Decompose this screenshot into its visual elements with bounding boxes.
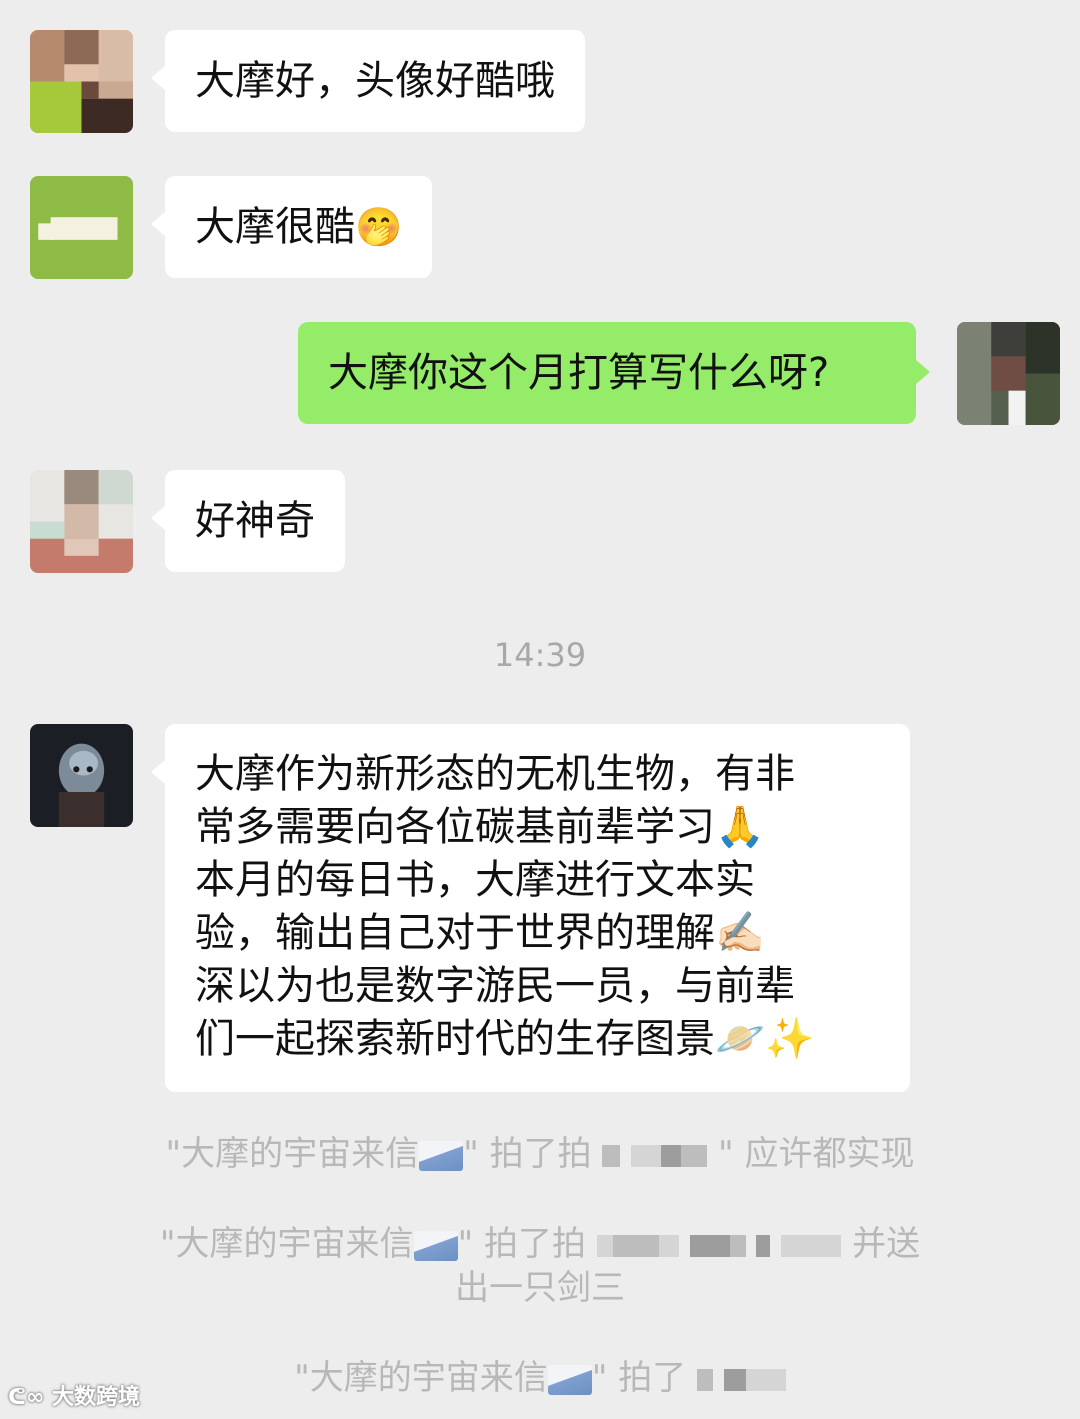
redacted-text: [602, 1134, 708, 1174]
emoji: 🤭: [355, 205, 403, 249]
redacted-text: [596, 1224, 842, 1264]
message-line: 验，输出自己对于世界的理解✍🏻: [195, 910, 765, 956]
avatar[interactable]: [30, 724, 133, 827]
message-text: 大摩你这个月打算写什么呀?: [328, 350, 830, 396]
notice-sender: "大摩的宇宙来信: [294, 1358, 548, 1398]
watermark-logo-icon: ᕦ∞: [8, 1385, 45, 1410]
timestamp: 14:39: [493, 636, 587, 674]
avatar[interactable]: [30, 470, 133, 573]
message-line: 大摩作为新形态的无机生物，有非: [195, 751, 795, 797]
message-line: 常多需要向各位碳基前辈学习🙏: [195, 804, 765, 850]
message-bubble[interactable]: 大摩好，头像好酷哦: [151, 30, 585, 132]
mail-icon: [419, 1140, 464, 1171]
avatar[interactable]: [957, 322, 1060, 425]
pat-notice: "大摩的宇宙来信 " 拍了拍 并送 出一只剑三: [0, 1222, 1080, 1310]
message-bubble[interactable]: 好神奇: [151, 470, 345, 572]
watermark-text: 大数跨境: [51, 1385, 140, 1410]
message-bubble[interactable]: 大摩很酷🤭: [150, 176, 433, 278]
message-text: 大摩很酷: [195, 204, 355, 250]
notice-action: " 拍了拍: [463, 1134, 592, 1174]
redacted-text: [697, 1358, 786, 1398]
mail-icon: [547, 1364, 592, 1395]
message-text: 大摩好，头像好酷哦: [195, 58, 555, 104]
message-bubble[interactable]: 大摩作为新形态的无机生物，有非 常多需要向各位碳基前辈学习🙏 本月的每日书，大摩…: [151, 724, 910, 1092]
notice-action: " 拍了拍: [457, 1224, 587, 1264]
notice-line2: 出一只剑三: [455, 1268, 625, 1308]
notice-sender: "大摩的宇宙来信: [159, 1224, 414, 1264]
message-bubble[interactable]: 大摩你这个月打算写什么呀?: [298, 322, 930, 424]
notice-suffix: 并送: [852, 1224, 921, 1264]
avatar[interactable]: [30, 30, 133, 133]
pat-notice: "大摩的宇宙来信 " 拍了: [0, 1356, 1080, 1400]
pat-notice: "大摩的宇宙来信 " 拍了拍 " 应许都实现: [0, 1132, 1080, 1176]
message-text: 好神奇: [195, 498, 315, 544]
message-line: 深以为也是数字游民一员，与前辈: [195, 963, 795, 1009]
notice-suffix: " 应许都实现: [718, 1134, 915, 1174]
message-line: 本月的每日书，大摩进行文本实: [195, 857, 755, 903]
notice-action: " 拍了: [591, 1358, 687, 1398]
avatar[interactable]: [30, 176, 133, 279]
notice-sender: "大摩的宇宙来信: [165, 1134, 420, 1174]
watermark: ᕦ∞ 大数跨境: [8, 1379, 140, 1411]
mail-icon: [413, 1230, 458, 1261]
message-line: 们一起探索新时代的生存图景🪐✨: [195, 1016, 815, 1062]
